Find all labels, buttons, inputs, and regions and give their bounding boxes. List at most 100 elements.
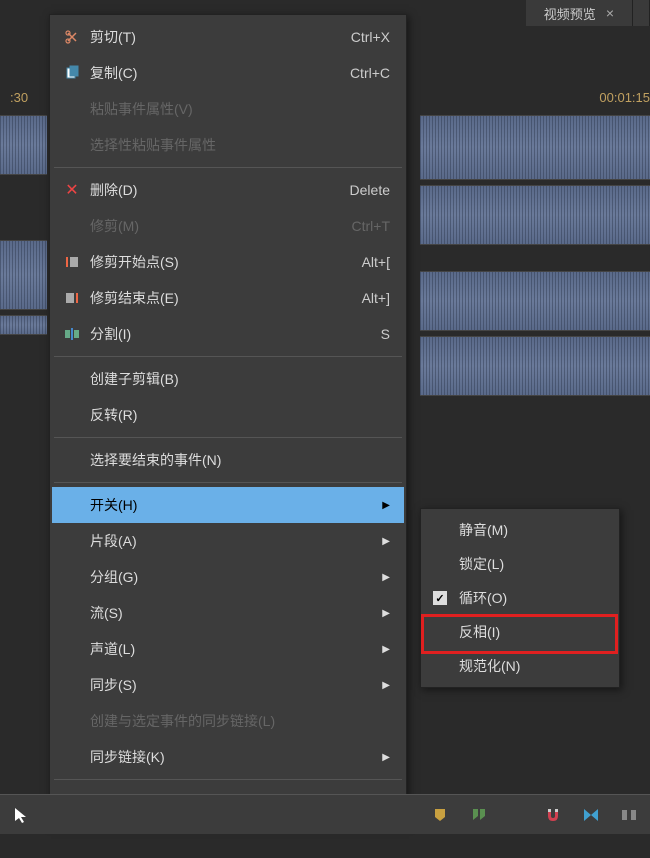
submenu-arrow-icon: ▶ [382, 608, 390, 619]
waveform-track [420, 336, 650, 396]
menu-sync[interactable]: 同步(S) ▶ [52, 667, 404, 703]
menu-label: 修剪结束点(E) [90, 288, 362, 308]
tool-split-icon[interactable] [618, 804, 640, 826]
blank-icon [60, 450, 84, 470]
blank-icon [431, 555, 449, 573]
trim-end-icon [60, 288, 84, 308]
menu-label: 分割(I) [90, 324, 381, 344]
menu-create-sync-link: 创建与选定事件的同步链接(L) [52, 703, 404, 739]
submenu-label: 静音(M) [459, 520, 603, 540]
bottom-toolbar [0, 794, 650, 834]
menu-label: 复制(C) [90, 63, 350, 83]
menu-separator [54, 167, 402, 168]
magnet-icon[interactable] [542, 804, 564, 826]
menu-paste-event-attrs: 粘贴事件属性(V) [52, 91, 404, 127]
submenu-mute[interactable]: 静音(M) [423, 513, 617, 547]
tab-video-preview[interactable]: 视频预览 × [526, 0, 633, 26]
blank-icon [60, 639, 84, 659]
menu-label: 删除(D) [90, 180, 350, 200]
menu-group[interactable]: 分组(G) ▶ [52, 559, 404, 595]
timeline-ruler[interactable]: 00:01:15 [529, 85, 650, 115]
marker-green-icon[interactable] [468, 804, 490, 826]
bowtie-icon[interactable] [580, 804, 602, 826]
submenu-arrow-icon: ▶ [382, 536, 390, 547]
trim-icon [60, 216, 84, 236]
menu-shortcut: Ctrl+C [350, 65, 390, 81]
menu-create-subclip[interactable]: 创建子剪辑(B) [52, 361, 404, 397]
menu-trim: 修剪(M) Ctrl+T [52, 208, 404, 244]
menu-shortcut: Ctrl+X [351, 29, 390, 45]
blank-icon [60, 747, 84, 767]
blank-icon [60, 99, 84, 119]
submenu-lock[interactable]: 锁定(L) [423, 547, 617, 581]
close-icon[interactable]: × [606, 5, 614, 21]
menu-split[interactable]: 分割(I) S [52, 316, 404, 352]
timeline-timecode-left: :30 [10, 90, 28, 105]
menu-label: 选择性粘贴事件属性 [90, 135, 390, 155]
menu-label: 分组(G) [90, 567, 372, 587]
blank-icon [60, 603, 84, 623]
blank-icon [60, 567, 84, 587]
submenu-label: 规范化(N) [459, 656, 603, 676]
blank-icon [60, 135, 84, 155]
menu-label: 同步(S) [90, 675, 372, 695]
tab-other[interactable] [633, 0, 650, 26]
menu-shortcut: Alt+[ [362, 254, 390, 270]
submenu-arrow-icon: ▶ [382, 572, 390, 583]
menu-sync-link[interactable]: 同步链接(K) ▶ [52, 739, 404, 775]
submenu-label: 循环(O) [459, 588, 603, 608]
menu-select-end-events[interactable]: 选择要结束的事件(N) [52, 442, 404, 478]
menu-separator [54, 779, 402, 780]
menu-shortcut: Delete [350, 182, 390, 198]
menu-trim-start[interactable]: 修剪开始点(S) Alt+[ [52, 244, 404, 280]
timeline-timecode: 00:01:15 [599, 90, 650, 105]
menu-label: 声道(L) [90, 639, 372, 659]
blank-icon [431, 657, 449, 675]
submenu-arrow-icon: ▶ [382, 680, 390, 691]
menu-label: 选择要结束的事件(N) [90, 450, 390, 470]
menu-trim-end[interactable]: 修剪结束点(E) Alt+] [52, 280, 404, 316]
submenu-label: 锁定(L) [459, 554, 603, 574]
menu-shortcut: Ctrl+T [352, 218, 391, 234]
scissors-icon [60, 27, 84, 47]
blank-icon [60, 531, 84, 551]
menu-channel[interactable]: 声道(L) ▶ [52, 631, 404, 667]
menu-label: 剪切(T) [90, 27, 351, 47]
top-tabs: 视频预览 × [526, 0, 650, 26]
blank-icon [431, 623, 449, 641]
submenu-arrow-icon: ▶ [382, 644, 390, 655]
menu-cut[interactable]: 剪切(T) Ctrl+X [52, 19, 404, 55]
menu-label: 片段(A) [90, 531, 372, 551]
menu-separator [54, 482, 402, 483]
menu-clip[interactable]: 片段(A) ▶ [52, 523, 404, 559]
submenu-loop[interactable]: ✓ 循环(O) [423, 581, 617, 615]
trim-start-icon [60, 252, 84, 272]
copy-icon [60, 63, 84, 83]
menu-copy[interactable]: 复制(C) Ctrl+C [52, 55, 404, 91]
menu-switches[interactable]: 开关(H) ▶ [52, 487, 404, 523]
waveform-track [420, 115, 650, 180]
marker-yellow-icon[interactable] [430, 804, 452, 826]
menu-label: 修剪(M) [90, 216, 352, 236]
submenu-arrow-icon: ▶ [382, 500, 390, 511]
split-icon [60, 324, 84, 344]
menu-label: 流(S) [90, 603, 372, 623]
menu-reverse[interactable]: 反转(R) [52, 397, 404, 433]
menu-selective-paste: 选择性粘贴事件属性 [52, 127, 404, 163]
menu-shortcut: Alt+] [362, 290, 390, 306]
waveform-track [0, 240, 47, 310]
switches-submenu: 静音(M) 锁定(L) ✓ 循环(O) 反相(I) 规范化(N) [420, 508, 620, 688]
menu-label: 反转(R) [90, 405, 390, 425]
blank-icon [431, 521, 449, 539]
menu-separator [54, 356, 402, 357]
submenu-normalize[interactable]: 规范化(N) [423, 649, 617, 683]
menu-stream[interactable]: 流(S) ▶ [52, 595, 404, 631]
cursor-tool-icon[interactable] [10, 804, 32, 826]
waveform-track [0, 315, 47, 335]
submenu-label: 反相(I) [459, 622, 603, 642]
menu-delete[interactable]: ✕ 删除(D) Delete [52, 172, 404, 208]
submenu-invert[interactable]: 反相(I) [423, 615, 617, 649]
waveform-track [420, 271, 650, 331]
menu-label: 创建子剪辑(B) [90, 369, 390, 389]
blank-icon [60, 675, 84, 695]
